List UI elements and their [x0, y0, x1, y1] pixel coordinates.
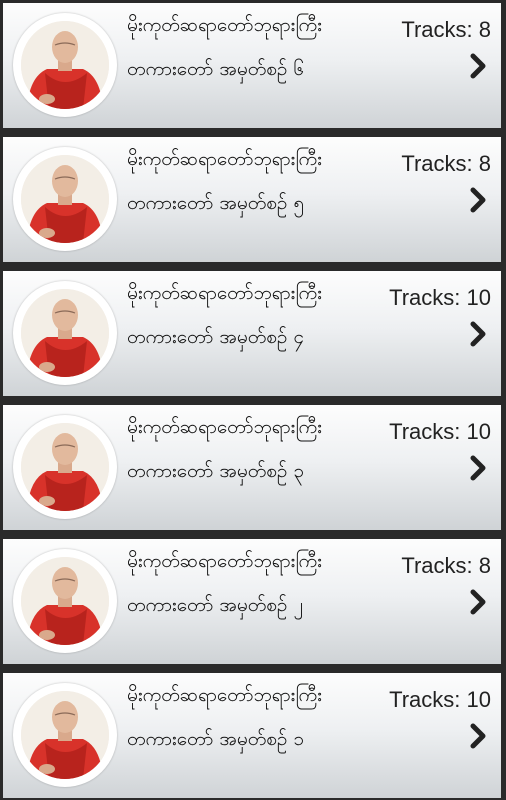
- album-thumbnail: [13, 683, 117, 787]
- album-subtitle: တကားတော် အမှတ်စဥ် ၂: [127, 594, 303, 616]
- album-subtitle: တကားတော် အမှတ်စဥ် ၁: [127, 728, 305, 750]
- album-thumbnail: [13, 549, 117, 653]
- chevron-right-icon[interactable]: [469, 321, 487, 347]
- monk-portrait-icon: [21, 21, 109, 109]
- album-title: မိုးကုတ်ဆရာတော်ဘုရားကြီး: [127, 14, 322, 36]
- album-subtitle: တကားတော် အမှတ်စဥ် ၄: [127, 326, 305, 348]
- album-subtitle: တကားတော် အမှတ်စဥ် ၆: [127, 58, 305, 80]
- monk-portrait-icon: [21, 155, 109, 243]
- chevron-right-icon[interactable]: [469, 589, 487, 615]
- album-card[interactable]: မိုးကုတ်ဆရာတော်ဘုရားကြီး တကားတော် အမှတ်စ…: [3, 137, 501, 262]
- album-thumbnail: [13, 281, 117, 385]
- album-title: မိုးကုတ်ဆရာတော်ဘုရားကြီး: [127, 550, 322, 572]
- album-card[interactable]: မိုးကုတ်ဆရာတော်ဘုရားကြီး တကားတော် အမှတ်စ…: [3, 539, 501, 664]
- album-card[interactable]: မိုးကုတ်ဆရာတော်ဘုရားကြီး တကားတော် အမှတ်စ…: [3, 271, 501, 396]
- track-count: Tracks: 10: [389, 687, 491, 712]
- album-card[interactable]: မိုးကုတ်ဆရာတော်ဘုရားကြီး တကားတော် အမှတ်စ…: [3, 3, 501, 128]
- track-count: Tracks: 8: [401, 151, 491, 176]
- album-list: မိုးကုတ်ဆရာတော်ဘုရားကြီး တကားတော် အမှတ်စ…: [0, 0, 506, 800]
- album-title: မိုးကုတ်ဆရာတော်ဘုရားကြီး: [127, 416, 322, 438]
- album-subtitle: တကားတော် အမှတ်စဥ် ၃: [127, 460, 305, 482]
- album-subtitle: တကားတော် အမှတ်စဥ် ၅: [127, 192, 305, 214]
- album-thumbnail: [13, 415, 117, 519]
- track-count: Tracks: 10: [389, 419, 491, 444]
- chevron-right-icon[interactable]: [469, 187, 487, 213]
- album-title: မိုးကုတ်ဆရာတော်ဘုရားကြီး: [127, 148, 322, 170]
- monk-portrait-icon: [21, 423, 109, 511]
- chevron-right-icon[interactable]: [469, 723, 487, 749]
- monk-portrait-icon: [21, 557, 109, 645]
- monk-portrait-icon: [21, 289, 109, 377]
- chevron-right-icon[interactable]: [469, 455, 487, 481]
- chevron-right-icon[interactable]: [469, 53, 487, 79]
- album-thumbnail: [13, 147, 117, 251]
- album-title: မိုးကုတ်ဆရာတော်ဘုရားကြီး: [127, 684, 322, 706]
- album-card[interactable]: မိုးကုတ်ဆရာတော်ဘုရားကြီး တကားတော် အမှတ်စ…: [3, 405, 501, 530]
- album-card[interactable]: မိုးကုတ်ဆရာတော်ဘုရားကြီး တကားတော် အမှတ်စ…: [3, 673, 501, 798]
- track-count: Tracks: 8: [401, 553, 491, 578]
- album-title: မိုးကုတ်ဆရာတော်ဘုရားကြီး: [127, 282, 322, 304]
- track-count: Tracks: 10: [389, 285, 491, 310]
- track-count: Tracks: 8: [401, 17, 491, 42]
- album-thumbnail: [13, 13, 117, 117]
- monk-portrait-icon: [21, 691, 109, 779]
